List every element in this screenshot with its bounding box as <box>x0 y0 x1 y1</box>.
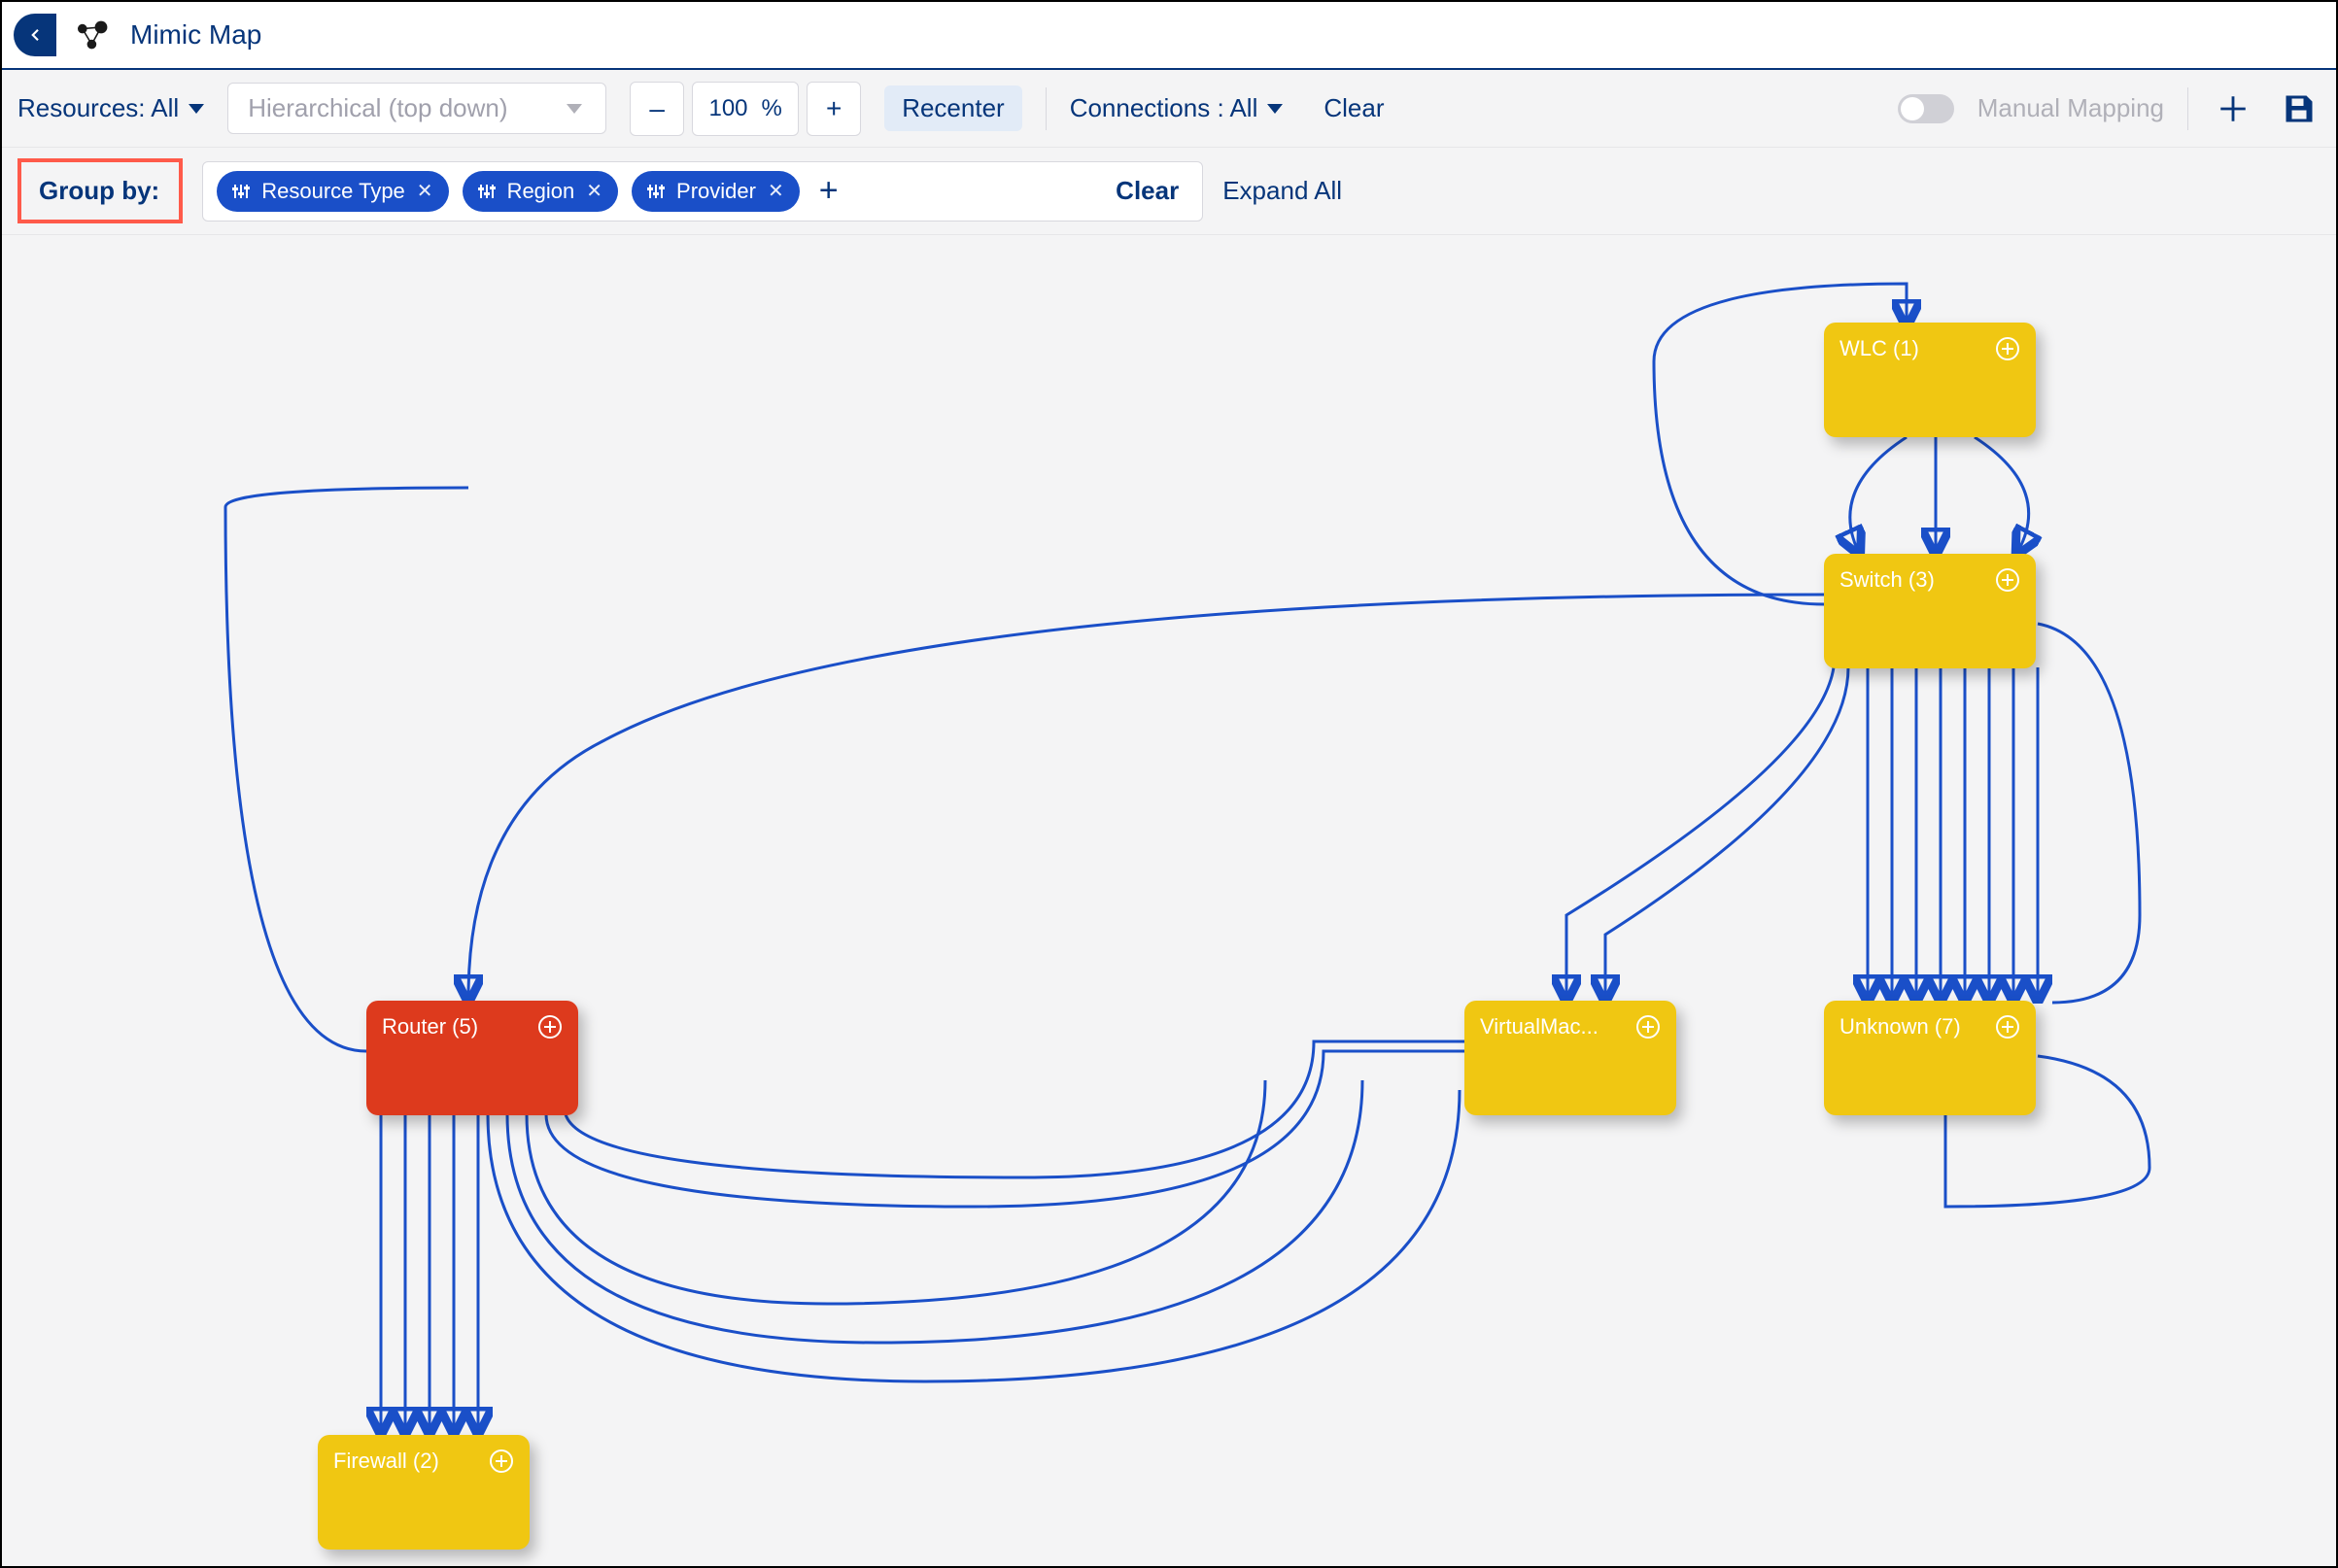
sliders-icon <box>232 183 250 200</box>
expand-icon[interactable] <box>489 1449 514 1474</box>
node-switch[interactable]: Switch (3) <box>1824 554 2036 668</box>
add-groupby-button[interactable]: + <box>819 172 839 210</box>
resources-label: Resources: All <box>17 93 179 123</box>
sliders-icon <box>647 183 665 200</box>
expand-icon[interactable] <box>1995 336 2020 361</box>
caret-down-icon <box>1267 104 1283 114</box>
groupby-chip-resource-type[interactable]: Resource Type ✕ <box>217 171 448 212</box>
zoom-value-field[interactable]: 100 % <box>692 82 799 136</box>
chevron-left-icon <box>26 26 44 44</box>
chip-label: Region <box>507 179 575 204</box>
save-icon <box>2282 91 2317 126</box>
node-virtualmachine[interactable]: VirtualMac... <box>1464 1001 1676 1115</box>
remove-chip-icon[interactable]: ✕ <box>768 179 784 203</box>
node-label: VirtualMac... <box>1480 1014 1599 1040</box>
node-firewall[interactable]: Firewall (2) <box>318 1435 530 1550</box>
expand-icon[interactable] <box>1995 1014 2020 1040</box>
manual-mapping-toggle[interactable] <box>1898 94 1954 123</box>
connections-label: Connections : All <box>1070 93 1258 123</box>
app-logo-icon <box>74 19 113 51</box>
node-router[interactable]: Router (5) <box>366 1001 578 1115</box>
divider <box>1046 87 1047 130</box>
node-label: Unknown (7) <box>1839 1014 1961 1040</box>
groupby-chipset: Resource Type ✕ Region ✕ Provider ✕ + Cl… <box>202 161 1203 222</box>
plus-icon <box>2217 92 2250 125</box>
page-title: Mimic Map <box>130 19 261 51</box>
manual-mapping-label: Manual Mapping <box>1977 93 2164 123</box>
sliders-icon <box>478 183 496 200</box>
node-label: WLC (1) <box>1839 336 1919 361</box>
remove-chip-icon[interactable]: ✕ <box>586 179 602 203</box>
layout-dropdown[interactable]: Hierarchical (top down) <box>227 83 606 134</box>
layout-placeholder: Hierarchical (top down) <box>248 93 507 123</box>
divider <box>2187 87 2188 130</box>
diagram-canvas[interactable]: WLC (1) Switch (3) Router (5) VirtualMac… <box>2 235 2336 1566</box>
node-unknown[interactable]: Unknown (7) <box>1824 1001 2036 1115</box>
expand-icon[interactable] <box>1635 1014 1661 1040</box>
zoom-out-button[interactable]: – <box>630 82 684 136</box>
zoom-in-button[interactable]: + <box>807 82 861 136</box>
recenter-button[interactable]: Recenter <box>884 85 1022 131</box>
groupby-bar: Group by: Resource Type ✕ Region ✕ Provi… <box>2 148 2336 235</box>
add-button[interactable] <box>2212 87 2254 130</box>
node-wlc[interactable]: WLC (1) <box>1824 323 2036 437</box>
caret-down-icon <box>189 104 204 114</box>
remove-chip-icon[interactable]: ✕ <box>417 179 433 203</box>
clear-groupby-button[interactable]: Clear <box>1116 176 1188 206</box>
groupby-chip-provider[interactable]: Provider ✕ <box>632 171 800 212</box>
chip-label: Provider <box>676 179 756 204</box>
resources-dropdown[interactable]: Resources: All <box>17 93 204 123</box>
node-label: Switch (3) <box>1839 567 1935 593</box>
expand-all-button[interactable]: Expand All <box>1222 176 1342 206</box>
connections-dropdown[interactable]: Connections : All <box>1070 93 1284 123</box>
zoom-controls: – 100 % + <box>630 82 861 136</box>
back-button[interactable] <box>14 14 56 56</box>
groupby-chip-region[interactable]: Region ✕ <box>463 171 618 212</box>
chip-label: Resource Type <box>261 179 405 204</box>
node-label: Firewall (2) <box>333 1449 439 1474</box>
clear-connections-button[interactable]: Clear <box>1306 85 1401 131</box>
expand-icon[interactable] <box>1995 567 2020 593</box>
zoom-value: 100 <box>708 95 747 122</box>
save-button[interactable] <box>2278 87 2321 130</box>
toolbar: Resources: All Hierarchical (top down) –… <box>2 70 2336 148</box>
header-bar: Mimic Map <box>2 2 2336 70</box>
node-label: Router (5) <box>382 1014 478 1040</box>
caret-down-icon <box>567 104 582 114</box>
groupby-label: Group by: <box>17 158 183 223</box>
expand-icon[interactable] <box>537 1014 563 1040</box>
zoom-unit: % <box>762 95 782 122</box>
